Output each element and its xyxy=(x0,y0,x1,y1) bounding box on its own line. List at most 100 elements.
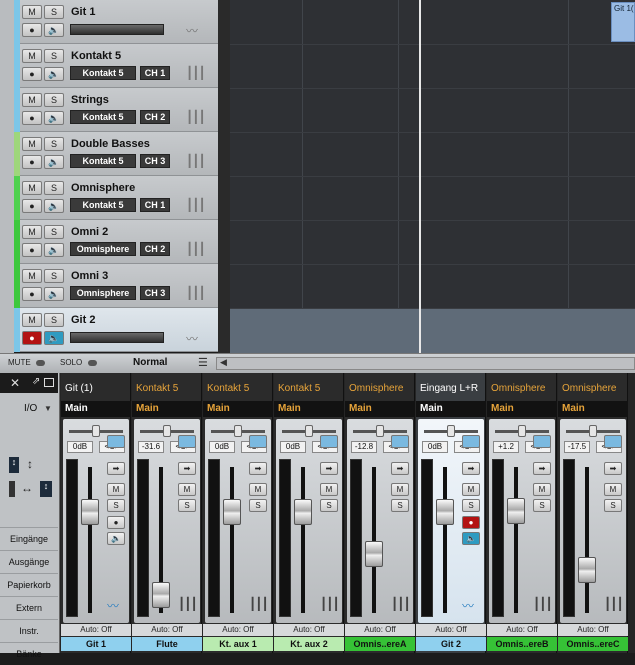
scroll-left-icon[interactable]: ◀ xyxy=(220,357,227,368)
mixer-side-item[interactable]: Eingänge xyxy=(0,527,58,549)
pan-knob[interactable] xyxy=(518,425,526,437)
automation-mode[interactable]: Auto: Off xyxy=(274,624,344,636)
volume-fader[interactable] xyxy=(152,581,170,608)
channel-name[interactable]: Git (1) xyxy=(61,380,131,398)
mixer-side-item[interactable]: Bänke xyxy=(0,642,58,664)
volume-fader[interactable] xyxy=(507,497,525,524)
arrange-divider[interactable] xyxy=(218,0,230,353)
track-header[interactable]: M S ● 🔈 Omnisphere Kontakt 5 CH 1 ┃┃┃ xyxy=(14,176,218,220)
width-arrow-icon[interactable]: ↔ xyxy=(21,481,33,495)
volume-fader[interactable] xyxy=(365,541,383,568)
audio-clip[interactable]: Git 1( xyxy=(611,2,635,42)
solo-button[interactable]: S xyxy=(44,5,64,19)
volume-readout[interactable]: 0dB xyxy=(209,441,235,453)
channel-strip[interactable]: Eingang L+R Main 0dB <C> ➡ M S● 🔈 〰 Auto… xyxy=(416,373,486,653)
record-arm-button[interactable]: ● xyxy=(22,243,42,257)
automation-mode[interactable]: Auto: Off xyxy=(203,624,273,636)
solo-button[interactable]: S xyxy=(604,499,622,512)
record-arm-button[interactable]: ● xyxy=(22,331,42,345)
track-header[interactable]: M S ● 🔈 Omni 3 Omnisphere CH 3 ┃┃┃ xyxy=(14,264,218,308)
solo-button[interactable]: S xyxy=(178,499,196,512)
wide-strip-icon[interactable]: ↕ xyxy=(40,481,52,497)
volume-fader[interactable] xyxy=(223,499,241,526)
mute-button[interactable]: M xyxy=(533,483,551,496)
volume-fader[interactable] xyxy=(578,556,596,583)
insert-button[interactable] xyxy=(604,435,622,448)
volume-fader[interactable] xyxy=(81,499,99,526)
volume-readout[interactable]: -17.5 xyxy=(564,441,590,453)
volume-readout[interactable]: 0dB xyxy=(280,441,306,453)
channel-select[interactable]: CH 1 xyxy=(140,66,170,80)
height-arrow-icon[interactable]: ↕ xyxy=(27,457,33,471)
solo-label[interactable]: SOLO xyxy=(60,358,82,367)
track-name[interactable]: Omnisphere xyxy=(71,182,135,194)
track-name[interactable]: Git 1 xyxy=(71,6,95,18)
monitor-button[interactable]: 🔈 xyxy=(44,331,64,345)
track-name[interactable]: Double Basses xyxy=(71,138,150,150)
instrument-select[interactable]: Kontakt 5 xyxy=(70,154,136,168)
volume-readout[interactable]: -31.6 xyxy=(138,441,164,453)
channel-label[interactable]: Kt. aux 2 xyxy=(274,637,344,651)
channel-label[interactable]: Git 2 xyxy=(416,637,486,651)
menu-icon[interactable]: ☰ xyxy=(198,356,208,369)
volume-fader[interactable] xyxy=(436,499,454,526)
solo-button[interactable]: S xyxy=(533,499,551,512)
selected-track-lane[interactable] xyxy=(230,309,635,353)
track-name[interactable]: Strings xyxy=(71,94,109,106)
mute-button[interactable]: M xyxy=(249,483,267,496)
instrument-select[interactable]: Omnisphere xyxy=(70,286,136,300)
record-arm-button[interactable]: ● xyxy=(22,287,42,301)
output-bus-select[interactable]: Main xyxy=(558,401,628,417)
route-arrow-icon[interactable]: ➡ xyxy=(604,462,622,475)
instrument-select[interactable]: Kontakt 5 xyxy=(70,66,136,80)
insert-button[interactable] xyxy=(533,435,551,448)
route-arrow-icon[interactable]: ➡ xyxy=(320,462,338,475)
track-header[interactable]: M S ● 🔈 Git 1 〰 xyxy=(14,0,218,44)
mute-button[interactable]: M xyxy=(22,225,42,239)
record-arm-button[interactable]: ● xyxy=(22,23,42,37)
track-name[interactable]: Omni 2 xyxy=(71,226,108,238)
channel-label[interactable]: Flute xyxy=(132,637,202,651)
mute-button[interactable]: M xyxy=(22,49,42,63)
output-bus-select[interactable]: Main xyxy=(132,401,202,417)
record-arm-button[interactable]: ● xyxy=(22,155,42,169)
solo-button[interactable]: S xyxy=(44,269,64,283)
route-arrow-icon[interactable]: ➡ xyxy=(178,462,196,475)
channel-label[interactable]: Omnis..ereA xyxy=(345,637,415,651)
monitor-button[interactable]: 🔈 xyxy=(44,199,64,213)
detach-icon[interactable]: ⇗ xyxy=(32,376,40,387)
route-arrow-icon[interactable]: ➡ xyxy=(249,462,267,475)
track-name[interactable]: Git 2 xyxy=(71,314,95,326)
solo-button[interactable]: S xyxy=(44,93,64,107)
pan-knob[interactable] xyxy=(589,425,597,437)
solo-button[interactable]: S xyxy=(44,313,64,327)
mute-button[interactable]: M xyxy=(462,483,480,496)
channel-select[interactable]: CH 3 xyxy=(140,286,170,300)
automation-mode[interactable]: Auto: Off xyxy=(558,624,628,636)
io-toggle[interactable]: I/O xyxy=(24,403,37,414)
monitor-button[interactable]: 🔈 xyxy=(44,287,64,301)
solo-button[interactable]: S xyxy=(44,225,64,239)
mode-select[interactable]: Normal xyxy=(133,357,167,368)
channel-label[interactable]: Kt. aux 1 xyxy=(203,637,273,651)
mute-button[interactable]: M xyxy=(604,483,622,496)
volume-readout[interactable]: 0dB xyxy=(67,441,93,453)
volume-readout[interactable]: +1.2 xyxy=(493,441,519,453)
solo-button[interactable]: S xyxy=(44,137,64,151)
channel-strip[interactable]: Omnisphere Main +1.2 <C> ➡ M S ┃┃┃ Auto:… xyxy=(487,373,557,653)
pan-knob[interactable] xyxy=(376,425,384,437)
channel-label[interactable]: Git 1 xyxy=(61,637,131,651)
channel-select[interactable]: CH 3 xyxy=(140,154,170,168)
automation-mode[interactable]: Auto: Off xyxy=(487,624,557,636)
monitor-button[interactable]: 🔈 xyxy=(44,243,64,257)
channel-name[interactable]: Kontakt 5 xyxy=(132,380,202,398)
mute-button[interactable]: M xyxy=(320,483,338,496)
insert-button[interactable] xyxy=(391,435,409,448)
channel-name[interactable]: Omnisphere xyxy=(487,380,557,398)
volume-readout[interactable]: 0dB xyxy=(422,441,448,453)
channel-label[interactable]: Omnis..ereB xyxy=(487,637,557,651)
pan-knob[interactable] xyxy=(447,425,455,437)
automation-mode[interactable]: Auto: Off xyxy=(61,624,131,636)
mute-button[interactable]: M xyxy=(178,483,196,496)
pan-knob[interactable] xyxy=(92,425,100,437)
